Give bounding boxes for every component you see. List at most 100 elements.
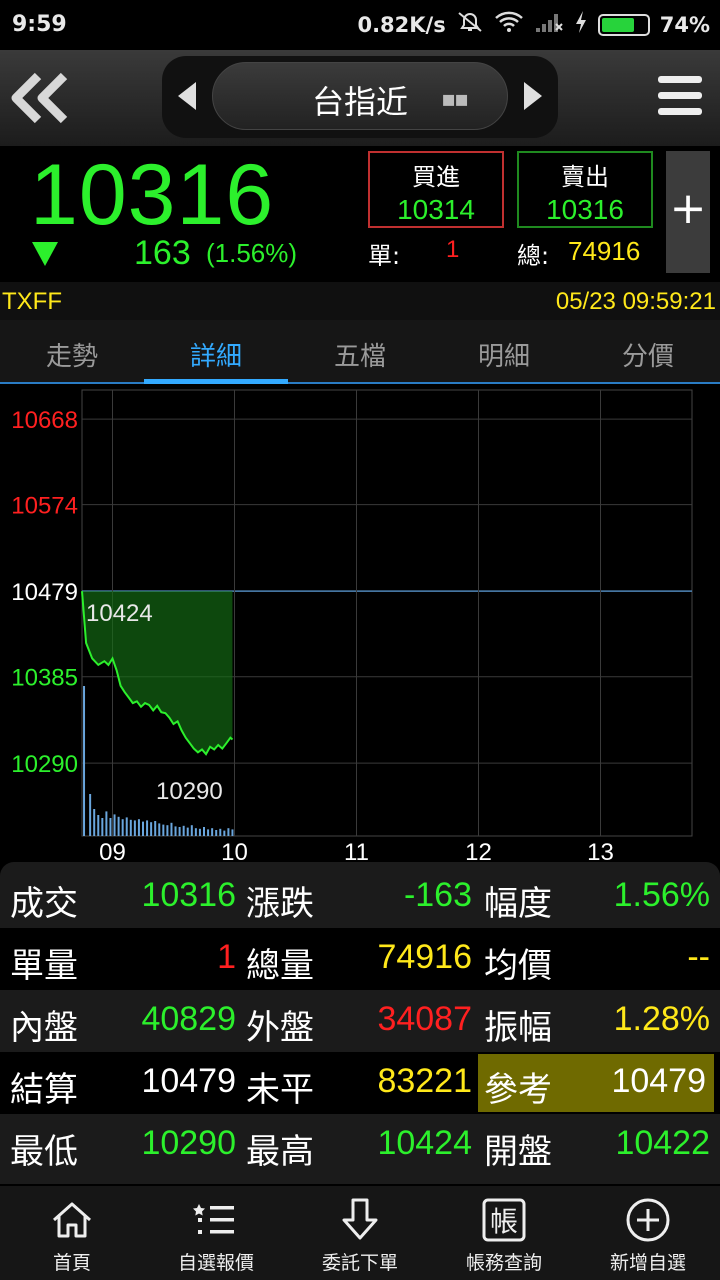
double-chevron-left-icon xyxy=(11,72,68,124)
y-tick-label: 10479 xyxy=(11,579,78,606)
volume-bar xyxy=(137,819,140,836)
x-tick-label: 10 xyxy=(221,839,248,862)
bid-value: 10314 xyxy=(397,194,475,225)
quote-panel: 10316 163 (1.56%) 買進 10314 賣出 10316 單: 1… xyxy=(0,146,720,282)
quote-datetime: 05/23 09:59:21 xyxy=(555,288,716,315)
detail-value: 10316 xyxy=(141,876,236,914)
detail-label: 最高 xyxy=(246,1132,314,1172)
volume-bar xyxy=(97,815,100,836)
y-tick-label: 10668 xyxy=(11,407,78,434)
detail-value: -- xyxy=(687,938,710,976)
detail-row: 內盤 40829 外盤 34087 振幅 1.28% xyxy=(0,990,720,1052)
volume-bar xyxy=(203,827,205,836)
volume-bar xyxy=(117,816,120,836)
intraday-chart[interactable]: 10668 10574 10479 10385 10290 09 10 11 12 13 10424… xyxy=(0,384,720,862)
unit-volume-label: 單: xyxy=(368,242,401,270)
detail-label: 外盤 xyxy=(246,1008,314,1048)
volume-bar xyxy=(182,825,185,836)
price-change: 163 xyxy=(134,234,191,272)
volume-bar xyxy=(142,821,144,836)
volume-bar xyxy=(150,822,153,836)
ask-button[interactable]: 賣出 10316 xyxy=(517,151,653,228)
detail-label: 未平 xyxy=(246,1070,314,1110)
volume-bar xyxy=(146,820,149,836)
details-table: 成交 10316 漲跌 -163 幅度 1.56% 單量 1 總量 74916 … xyxy=(0,862,720,1184)
detail-value: 10422 xyxy=(615,1124,710,1162)
price-change-percent: (1.56%) xyxy=(206,238,298,268)
add-button[interactable]: + xyxy=(666,151,710,273)
detail-label: 參考 xyxy=(484,1070,552,1110)
detail-value: 40829 xyxy=(141,1000,236,1038)
detail-label: 結算 xyxy=(10,1070,78,1110)
nav-account[interactable]: 帳 帳務查詢 xyxy=(432,1186,576,1280)
symbol-code: TXFF xyxy=(2,288,62,315)
detail-value: 1.56% xyxy=(613,876,710,914)
detail-label: 單量 xyxy=(10,946,78,986)
detail-label: 開盤 xyxy=(484,1132,552,1172)
nav-home[interactable]: 首頁 xyxy=(0,1186,144,1280)
detail-value: 10479 xyxy=(141,1062,236,1100)
volume-bar xyxy=(101,818,104,836)
battery-icon xyxy=(597,14,650,36)
x-tick-label: 13 xyxy=(587,839,614,862)
x-tick-label: 11 xyxy=(344,839,369,862)
x-tick-label: 09 xyxy=(99,839,126,862)
y-tick-label: 10385 xyxy=(11,665,78,692)
status-icons: 0.82K/s 74% xyxy=(357,10,710,40)
svg-text:帳: 帳 xyxy=(490,1205,518,1238)
prev-symbol-button[interactable] xyxy=(178,82,196,110)
volume-bar xyxy=(166,825,169,836)
symbol-name-button[interactable]: 台指近 ▪▪ xyxy=(212,62,508,130)
volume-bar xyxy=(170,822,173,836)
tab-five-levels[interactable]: 五檔 xyxy=(288,320,432,382)
hamburger-menu-icon[interactable] xyxy=(658,76,702,120)
nav-order[interactable]: 委託下單 xyxy=(288,1186,432,1280)
unit-volume-value: 1 xyxy=(446,236,460,263)
down-arrow-icon xyxy=(32,242,58,266)
bid-button[interactable]: 買進 10314 xyxy=(368,151,504,228)
order-arrow-icon xyxy=(342,1198,378,1240)
back-button[interactable] xyxy=(8,68,72,128)
volume-bar xyxy=(186,827,189,836)
volume-bar xyxy=(174,826,177,836)
detail-value: 10290 xyxy=(141,1124,236,1162)
add-circle-icon xyxy=(626,1198,670,1242)
volume-bar xyxy=(162,824,165,836)
volume-bar xyxy=(109,818,112,836)
detail-value: 74916 xyxy=(377,938,472,976)
detail-value: 10479 xyxy=(611,1062,706,1100)
low-label: 10290 xyxy=(156,778,223,805)
info-row: TXFF 05/23 09:59:21 xyxy=(0,282,720,320)
volume-bar xyxy=(154,821,157,836)
volume-bar xyxy=(83,686,86,836)
bid-label: 買進 xyxy=(412,163,460,191)
detail-label: 均價 xyxy=(484,946,552,986)
tab-trend[interactable]: 走勢 xyxy=(0,320,144,382)
status-bar: 9:59 0.82K/s 74% xyxy=(0,0,720,50)
mute-icon xyxy=(456,10,484,40)
volume-bar xyxy=(129,819,132,836)
tab-detail[interactable]: 詳細 xyxy=(144,320,288,384)
y-tick-label: 10290 xyxy=(11,751,78,778)
charging-icon xyxy=(574,10,588,40)
tab-ticks[interactable]: 明細 xyxy=(432,320,576,382)
wifi-icon xyxy=(494,10,524,40)
detail-value: 1.28% xyxy=(613,1000,710,1038)
detail-value: 1 xyxy=(217,938,236,976)
app-header: 台指近 ▪▪ xyxy=(0,50,720,146)
ask-value: 10316 xyxy=(546,194,624,225)
detail-row: 單量 1 總量 74916 均價 -- xyxy=(0,928,720,990)
detail-value: 83221 xyxy=(377,1062,472,1100)
nav-watchlist[interactable]: 自選報價 xyxy=(144,1186,288,1280)
high-label: 10424 xyxy=(86,600,153,627)
volume-bar xyxy=(231,829,234,836)
tab-price-volume[interactable]: 分價 xyxy=(576,320,720,382)
detail-value: 34087 xyxy=(377,1000,472,1038)
next-symbol-button[interactable] xyxy=(524,82,542,110)
last-price: 10316 xyxy=(30,147,275,243)
volume-bar xyxy=(125,817,128,836)
tab-bar: 走勢 詳細 五檔 明細 分價 xyxy=(0,320,720,384)
volume-bar xyxy=(89,794,92,836)
nav-add-watchlist[interactable]: 新增自選 xyxy=(576,1186,720,1280)
symbol-selector: 台指近 ▪▪ xyxy=(162,56,558,138)
